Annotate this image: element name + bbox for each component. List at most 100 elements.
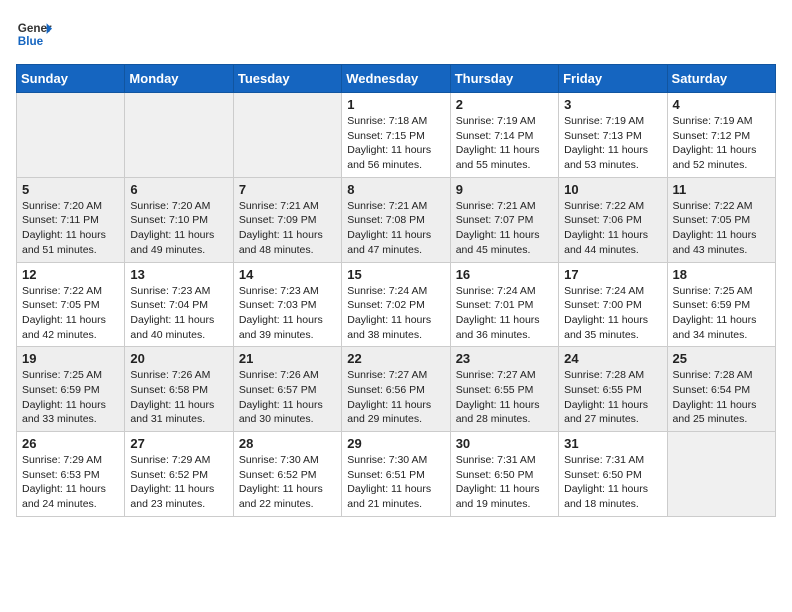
calendar-cell: 25 Sunrise: 7:28 AMSunset: 6:54 PMDaylig…: [667, 347, 775, 432]
day-number: 14: [239, 267, 336, 282]
day-number: 12: [22, 267, 119, 282]
svg-text:Blue: Blue: [18, 35, 44, 48]
calendar-cell: 7 Sunrise: 7:21 AMSunset: 7:09 PMDayligh…: [233, 177, 341, 262]
calendar-cell: 9 Sunrise: 7:21 AMSunset: 7:07 PMDayligh…: [450, 177, 558, 262]
calendar-cell: 10 Sunrise: 7:22 AMSunset: 7:06 PMDaylig…: [559, 177, 667, 262]
day-number: 3: [564, 97, 661, 112]
week-row-2: 5 Sunrise: 7:20 AMSunset: 7:11 PMDayligh…: [17, 177, 776, 262]
day-number: 23: [456, 351, 553, 366]
calendar-cell: 11 Sunrise: 7:22 AMSunset: 7:05 PMDaylig…: [667, 177, 775, 262]
day-number: 16: [456, 267, 553, 282]
day-number: 9: [456, 182, 553, 197]
calendar-cell: 6 Sunrise: 7:20 AMSunset: 7:10 PMDayligh…: [125, 177, 233, 262]
day-info: Sunrise: 7:18 AMSunset: 7:15 PMDaylight:…: [347, 115, 431, 171]
day-info: Sunrise: 7:19 AMSunset: 7:12 PMDaylight:…: [673, 115, 757, 171]
day-number: 19: [22, 351, 119, 366]
calendar-cell: 12 Sunrise: 7:22 AMSunset: 7:05 PMDaylig…: [17, 262, 125, 347]
day-info: Sunrise: 7:22 AMSunset: 7:05 PMDaylight:…: [22, 285, 106, 341]
calendar-cell: 5 Sunrise: 7:20 AMSunset: 7:11 PMDayligh…: [17, 177, 125, 262]
day-info: Sunrise: 7:26 AMSunset: 6:57 PMDaylight:…: [239, 369, 323, 425]
day-number: 1: [347, 97, 444, 112]
calendar-cell: 14 Sunrise: 7:23 AMSunset: 7:03 PMDaylig…: [233, 262, 341, 347]
logo-icon: General Blue: [16, 16, 52, 52]
day-info: Sunrise: 7:31 AMSunset: 6:50 PMDaylight:…: [456, 454, 540, 510]
day-number: 31: [564, 436, 661, 451]
calendar-cell: 4 Sunrise: 7:19 AMSunset: 7:12 PMDayligh…: [667, 93, 775, 178]
calendar-cell: 23 Sunrise: 7:27 AMSunset: 6:55 PMDaylig…: [450, 347, 558, 432]
calendar-cell: [125, 93, 233, 178]
calendar-cell: 26 Sunrise: 7:29 AMSunset: 6:53 PMDaylig…: [17, 432, 125, 517]
calendar-cell: 18 Sunrise: 7:25 AMSunset: 6:59 PMDaylig…: [667, 262, 775, 347]
day-number: 2: [456, 97, 553, 112]
day-info: Sunrise: 7:21 AMSunset: 7:07 PMDaylight:…: [456, 200, 540, 256]
day-number: 21: [239, 351, 336, 366]
calendar-cell: 3 Sunrise: 7:19 AMSunset: 7:13 PMDayligh…: [559, 93, 667, 178]
weekday-header-wednesday: Wednesday: [342, 65, 450, 93]
calendar-cell: 24 Sunrise: 7:28 AMSunset: 6:55 PMDaylig…: [559, 347, 667, 432]
day-number: 15: [347, 267, 444, 282]
day-info: Sunrise: 7:22 AMSunset: 7:05 PMDaylight:…: [673, 200, 757, 256]
day-number: 11: [673, 182, 770, 197]
calendar-cell: 15 Sunrise: 7:24 AMSunset: 7:02 PMDaylig…: [342, 262, 450, 347]
logo: General Blue: [16, 16, 52, 52]
calendar-cell: 8 Sunrise: 7:21 AMSunset: 7:08 PMDayligh…: [342, 177, 450, 262]
day-number: 18: [673, 267, 770, 282]
day-number: 8: [347, 182, 444, 197]
calendar-cell: 16 Sunrise: 7:24 AMSunset: 7:01 PMDaylig…: [450, 262, 558, 347]
calendar-cell: 28 Sunrise: 7:30 AMSunset: 6:52 PMDaylig…: [233, 432, 341, 517]
calendar-cell: 21 Sunrise: 7:26 AMSunset: 6:57 PMDaylig…: [233, 347, 341, 432]
weekday-header-thursday: Thursday: [450, 65, 558, 93]
day-number: 27: [130, 436, 227, 451]
day-number: 22: [347, 351, 444, 366]
week-row-1: 1 Sunrise: 7:18 AMSunset: 7:15 PMDayligh…: [17, 93, 776, 178]
day-info: Sunrise: 7:24 AMSunset: 7:00 PMDaylight:…: [564, 285, 648, 341]
week-row-3: 12 Sunrise: 7:22 AMSunset: 7:05 PMDaylig…: [17, 262, 776, 347]
day-number: 20: [130, 351, 227, 366]
calendar-cell: 1 Sunrise: 7:18 AMSunset: 7:15 PMDayligh…: [342, 93, 450, 178]
day-number: 10: [564, 182, 661, 197]
day-info: Sunrise: 7:20 AMSunset: 7:11 PMDaylight:…: [22, 200, 106, 256]
weekday-header-row: SundayMondayTuesdayWednesdayThursdayFrid…: [17, 65, 776, 93]
calendar-cell: 13 Sunrise: 7:23 AMSunset: 7:04 PMDaylig…: [125, 262, 233, 347]
day-number: 4: [673, 97, 770, 112]
weekday-header-friday: Friday: [559, 65, 667, 93]
day-info: Sunrise: 7:21 AMSunset: 7:09 PMDaylight:…: [239, 200, 323, 256]
day-number: 30: [456, 436, 553, 451]
weekday-header-sunday: Sunday: [17, 65, 125, 93]
day-info: Sunrise: 7:24 AMSunset: 7:01 PMDaylight:…: [456, 285, 540, 341]
day-info: Sunrise: 7:31 AMSunset: 6:50 PMDaylight:…: [564, 454, 648, 510]
day-number: 24: [564, 351, 661, 366]
calendar: SundayMondayTuesdayWednesdayThursdayFrid…: [16, 64, 776, 517]
calendar-cell: 2 Sunrise: 7:19 AMSunset: 7:14 PMDayligh…: [450, 93, 558, 178]
day-info: Sunrise: 7:19 AMSunset: 7:13 PMDaylight:…: [564, 115, 648, 171]
day-info: Sunrise: 7:27 AMSunset: 6:55 PMDaylight:…: [456, 369, 540, 425]
weekday-header-tuesday: Tuesday: [233, 65, 341, 93]
week-row-4: 19 Sunrise: 7:25 AMSunset: 6:59 PMDaylig…: [17, 347, 776, 432]
calendar-cell: 31 Sunrise: 7:31 AMSunset: 6:50 PMDaylig…: [559, 432, 667, 517]
day-number: 7: [239, 182, 336, 197]
day-info: Sunrise: 7:28 AMSunset: 6:55 PMDaylight:…: [564, 369, 648, 425]
calendar-cell: 27 Sunrise: 7:29 AMSunset: 6:52 PMDaylig…: [125, 432, 233, 517]
weekday-header-saturday: Saturday: [667, 65, 775, 93]
calendar-cell: [17, 93, 125, 178]
calendar-cell: 30 Sunrise: 7:31 AMSunset: 6:50 PMDaylig…: [450, 432, 558, 517]
day-info: Sunrise: 7:26 AMSunset: 6:58 PMDaylight:…: [130, 369, 214, 425]
week-row-5: 26 Sunrise: 7:29 AMSunset: 6:53 PMDaylig…: [17, 432, 776, 517]
day-info: Sunrise: 7:29 AMSunset: 6:52 PMDaylight:…: [130, 454, 214, 510]
day-number: 26: [22, 436, 119, 451]
day-info: Sunrise: 7:24 AMSunset: 7:02 PMDaylight:…: [347, 285, 431, 341]
day-number: 13: [130, 267, 227, 282]
day-number: 5: [22, 182, 119, 197]
day-number: 25: [673, 351, 770, 366]
calendar-cell: [667, 432, 775, 517]
day-info: Sunrise: 7:28 AMSunset: 6:54 PMDaylight:…: [673, 369, 757, 425]
day-info: Sunrise: 7:25 AMSunset: 6:59 PMDaylight:…: [673, 285, 757, 341]
day-number: 6: [130, 182, 227, 197]
day-info: Sunrise: 7:23 AMSunset: 7:03 PMDaylight:…: [239, 285, 323, 341]
calendar-cell: 20 Sunrise: 7:26 AMSunset: 6:58 PMDaylig…: [125, 347, 233, 432]
day-number: 28: [239, 436, 336, 451]
header: General Blue: [16, 16, 776, 52]
day-info: Sunrise: 7:30 AMSunset: 6:52 PMDaylight:…: [239, 454, 323, 510]
day-info: Sunrise: 7:22 AMSunset: 7:06 PMDaylight:…: [564, 200, 648, 256]
day-info: Sunrise: 7:21 AMSunset: 7:08 PMDaylight:…: [347, 200, 431, 256]
